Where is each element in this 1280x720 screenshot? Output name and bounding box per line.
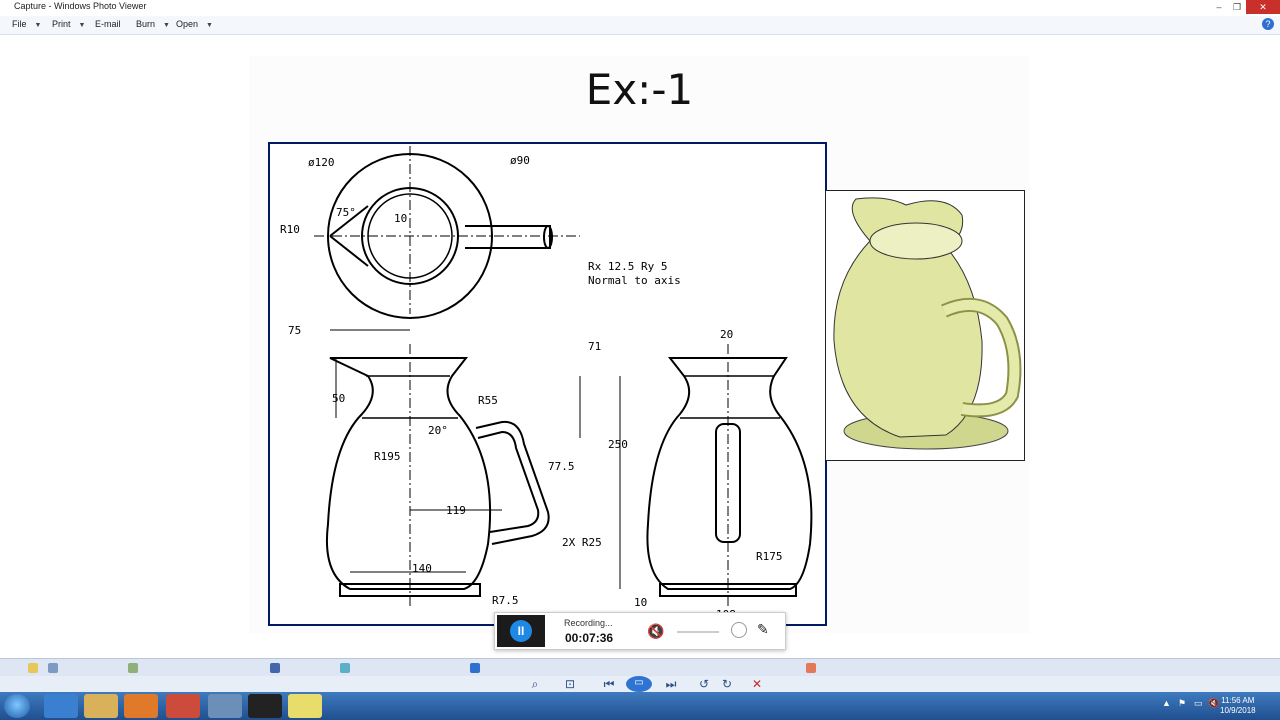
dim-normal: Normal to axis (588, 274, 681, 287)
clock-date: 10/9/2018 (1220, 706, 1256, 715)
menu-file-label: File (12, 19, 27, 29)
dim-a75: 75° (336, 206, 356, 219)
tool-icon-3[interactable] (128, 663, 138, 673)
tool-icon-2[interactable] (48, 663, 58, 673)
window-title: Capture - Windows Photo Viewer (14, 1, 147, 11)
dim-a20: 20° (428, 424, 448, 437)
help-icon[interactable]: ? (1262, 18, 1274, 30)
dim-r195: R195 (374, 450, 401, 463)
jug-drawing-svg: ø120 ø90 75° 10 R10 Rx 12.5 Ry 5 Normal … (280, 146, 813, 621)
dim-140: 140 (412, 562, 432, 575)
dim-75: 75 (288, 324, 301, 337)
webcam-icon[interactable] (731, 622, 747, 638)
minimize-button[interactable]: ‒ (1210, 0, 1228, 14)
clock[interactable]: 11:56 AM 10/9/2018 (1220, 696, 1256, 716)
ie-icon[interactable] (44, 694, 78, 718)
maximize-button[interactable]: ❐ (1228, 0, 1246, 14)
tool-icon-4[interactable] (270, 663, 280, 673)
close-button[interactable]: ✕ (1246, 0, 1280, 14)
annotation-toolbar (0, 658, 1280, 677)
actual-size-icon[interactable]: ⊡ (563, 677, 577, 691)
dim-10: 10 (394, 212, 407, 225)
engineering-drawing: ø120 ø90 75° 10 R10 Rx 12.5 Ry 5 Normal … (268, 142, 827, 626)
menu-burn[interactable]: Burn ▼ (136, 19, 170, 29)
zoom-icon[interactable]: ⌕ (525, 677, 545, 691)
dim-rx: Rx 12.5 Ry 5 (588, 260, 667, 273)
chevron-down-icon: ▼ (78, 22, 86, 29)
recording-widget: II Recording... 00:07:36 🔇 ✎ (494, 612, 786, 650)
menu-bar: File ▼ Print ▼ E-mail Burn ▼ Open ▼ ? (0, 16, 1280, 35)
recorder-dark-panel: II (497, 615, 545, 647)
volume-slider[interactable] (677, 631, 719, 633)
tray-chevron-icon[interactable]: ▲ (1162, 698, 1171, 708)
slide-title: Ex:-1 (585, 65, 694, 114)
rotate-cw-icon[interactable]: ↻ (720, 677, 734, 691)
previous-button[interactable]: ⏮ (594, 677, 624, 691)
dim-r175: R175 (756, 550, 783, 563)
photo-viewer-icon[interactable] (248, 694, 282, 718)
chevron-down-icon: ▼ (163, 22, 170, 29)
tool-icon-5[interactable] (340, 663, 350, 673)
dim-77: 77.5 (548, 460, 575, 473)
dim-50: 50 (332, 392, 345, 405)
media-player-icon[interactable] (124, 694, 158, 718)
dim-r7: R7.5 (492, 594, 519, 607)
chevron-down-icon: ▼ (206, 22, 213, 29)
jug-3d-render (825, 190, 1025, 461)
tool-icon-1[interactable] (28, 663, 38, 673)
slideshow-button[interactable]: ▭ (626, 676, 652, 692)
menu-file[interactable]: File ▼ (12, 19, 41, 29)
explorer-icon[interactable] (84, 694, 118, 718)
next-button[interactable]: ⏭ (656, 677, 686, 691)
jug-3d-svg (833, 197, 1022, 450)
flag-icon[interactable]: ⚑ (1178, 698, 1186, 709)
dim-71: 71 (588, 340, 601, 353)
mute-icon[interactable]: 🔇 (647, 623, 664, 640)
chrome-icon[interactable] (166, 694, 200, 718)
menu-email-label: E-mail (95, 19, 121, 29)
tool-icon-7[interactable] (806, 663, 816, 673)
menu-print-label: Print (52, 19, 71, 29)
dim-20: 20 (720, 328, 733, 341)
dim-250: 250 (608, 438, 628, 451)
chevron-down-icon: ▼ (34, 22, 42, 29)
menu-open-label: Open (176, 19, 199, 29)
volume-icon[interactable]: 🔇 (1208, 698, 1219, 709)
recording-time: 00:07:36 (565, 631, 614, 645)
clock-time: 11:56 AM (1221, 696, 1255, 705)
folder-icon[interactable] (288, 694, 322, 718)
rotate-ccw-icon[interactable]: ↺ (697, 677, 711, 691)
start-button[interactable] (4, 694, 30, 718)
photo-viewer-controls: ⌕ ⊡ ⏮ ▭ ⏭ ↺ ↻ ✕ (0, 676, 1280, 692)
title-bar: Capture - Windows Photo Viewer ‒ ❐ ✕ (0, 0, 1280, 17)
tool-icon-6[interactable] (470, 663, 480, 673)
search-app-icon[interactable] (208, 694, 242, 718)
taskbar: ▲ ⚑ ▭ 🔇 11:56 AM 10/9/2018 (0, 692, 1280, 720)
pen-icon[interactable]: ✎ (757, 621, 769, 638)
dim-r10: R10 (280, 223, 300, 236)
dim-10b: 10 (634, 596, 647, 609)
network-icon[interactable]: ▭ (1194, 698, 1203, 709)
menu-email[interactable]: E-mail (95, 19, 121, 29)
dim-r25: 2X R25 (562, 536, 602, 549)
recording-label: Recording... (564, 618, 613, 628)
delete-icon[interactable]: ✕ (750, 677, 764, 691)
menu-print[interactable]: Print ▼ (52, 19, 85, 29)
slide: Ex:-1 ø120 ø90 75° 10 R10 Rx 12.5 Ry 5 N… (249, 56, 1030, 633)
dim-d90: ø90 (510, 154, 530, 167)
dim-r55: R55 (478, 394, 498, 407)
pause-button[interactable]: II (510, 620, 532, 642)
menu-burn-label: Burn (136, 19, 156, 29)
dim-119: 119 (446, 504, 466, 517)
dim-d120: ø120 (308, 156, 335, 169)
menu-open[interactable]: Open ▼ (176, 19, 213, 29)
